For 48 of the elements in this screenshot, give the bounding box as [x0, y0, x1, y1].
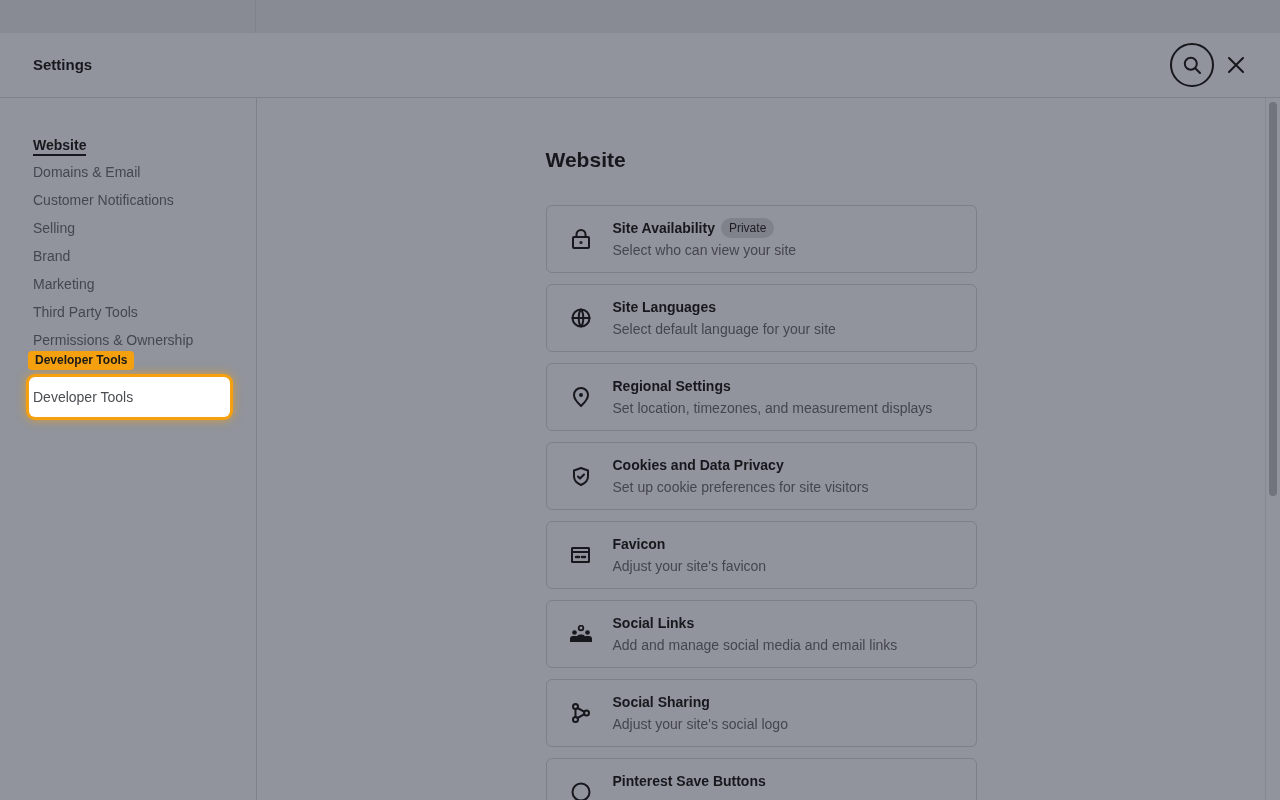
sidebar-item[interactable]: Website — [33, 135, 87, 156]
sidebar-item[interactable]: Selling — [33, 219, 76, 237]
share-nodes-icon — [571, 703, 590, 723]
card-description: Set up cookie preferences for site visitors — [612, 478, 869, 497]
card-title: Social Sharing — [612, 693, 710, 712]
sidebar-item[interactable]: Marketing — [33, 275, 95, 293]
lock-icon — [571, 229, 590, 249]
sidebar-item[interactable]: Brand — [33, 247, 71, 265]
card-title: Site Availability — [612, 219, 715, 238]
card-title: Cookies and Data Privacy — [612, 456, 784, 475]
settings-card[interactable]: Regional Settings Set location, timezones, and measurement displays — [545, 363, 977, 431]
sidebar-item[interactable]: Domains & Email — [33, 163, 141, 181]
card-description: Select who can view your site — [612, 241, 797, 260]
tour-callout: Developer Tools — [28, 351, 135, 370]
search-button[interactable] — [1170, 43, 1214, 87]
settings-card[interactable]: Site Languages Select default language for your site — [545, 284, 977, 352]
card-description: Add and manage social media and email links — [612, 636, 898, 655]
sidebar-item[interactable]: Developer Tools — [29, 377, 230, 417]
sidebar-item[interactable]: Customer Notifications — [33, 191, 174, 209]
card-description: Adjust your site's social logo — [612, 715, 788, 734]
card-description: Select default language for your site — [612, 320, 836, 339]
card-description: Adjust your site's favicon — [612, 557, 767, 576]
scrollbar-thumb[interactable] — [1269, 102, 1277, 496]
settings-card[interactable]: Social Links Add and manage social media and email links — [545, 600, 977, 668]
shield-check-icon — [572, 466, 589, 486]
browser-window-icon — [571, 547, 590, 563]
sidebar-item[interactable]: Permissions & Ownership — [33, 331, 194, 349]
settings-card[interactable]: Cookies and Data Privacy Set up cookie preferences for site visitors — [545, 442, 977, 510]
settings-card[interactable]: Site Availability Private Select who can view your site — [545, 205, 977, 273]
sidebar-item[interactable]: Third Party Tools — [33, 303, 138, 321]
section-heading: Website — [545, 147, 627, 173]
people-group-icon — [569, 625, 592, 643]
card-description: Set location, timezones, and measurement displays — [612, 399, 933, 418]
map-pin-icon — [572, 387, 589, 407]
card-title: Site Languages — [612, 298, 716, 317]
search-icon — [1183, 56, 1201, 74]
modal-title: Settings — [33, 54, 93, 75]
card-title: Favicon — [612, 535, 666, 554]
settings-card[interactable]: Pinterest Save Buttons — [545, 758, 977, 800]
card-title: Social Links — [612, 614, 695, 633]
close-icon — [1228, 57, 1244, 73]
status-badge: Private — [720, 218, 775, 238]
card-title: Pinterest Save Buttons — [612, 772, 766, 791]
card-title: Regional Settings — [612, 377, 731, 396]
settings-card[interactable]: Social Sharing Adjust your site's social logo — [545, 679, 977, 747]
settings-card[interactable]: Favicon Adjust your site's favicon — [545, 521, 977, 589]
close-button[interactable] — [1226, 55, 1246, 75]
globe-icon — [570, 308, 591, 328]
